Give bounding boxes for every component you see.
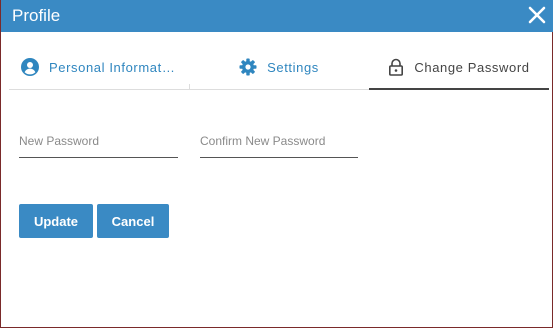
dialog-titlebar: Profile xyxy=(1,0,553,32)
new-password-field xyxy=(19,126,178,158)
new-password-input[interactable] xyxy=(19,126,178,156)
tab-label: Change Password xyxy=(414,59,530,75)
tab-label: Settings xyxy=(267,59,319,75)
confirm-password-input[interactable] xyxy=(200,126,358,156)
profile-dialog: Profile Personal Information Settings Ch… xyxy=(0,0,553,328)
tab-label: Personal Information xyxy=(49,59,177,75)
update-button[interactable]: Update xyxy=(19,204,93,238)
close-button[interactable] xyxy=(526,4,548,26)
confirm-password-field xyxy=(200,126,358,158)
cancel-button[interactable]: Cancel xyxy=(97,204,169,238)
dialog-title: Profile xyxy=(12,6,61,25)
active-tab-indicator xyxy=(369,88,549,90)
tab-settings[interactable]: Settings xyxy=(189,46,369,88)
gear-icon xyxy=(239,58,257,76)
lock-icon xyxy=(388,58,404,76)
person-icon xyxy=(21,58,39,76)
close-icon xyxy=(528,6,546,24)
tab-personal-information[interactable]: Personal Information xyxy=(9,46,189,88)
tab-bar: Personal Information Settings Change Pas… xyxy=(9,46,549,90)
tab-change-password[interactable]: Change Password xyxy=(369,46,549,88)
